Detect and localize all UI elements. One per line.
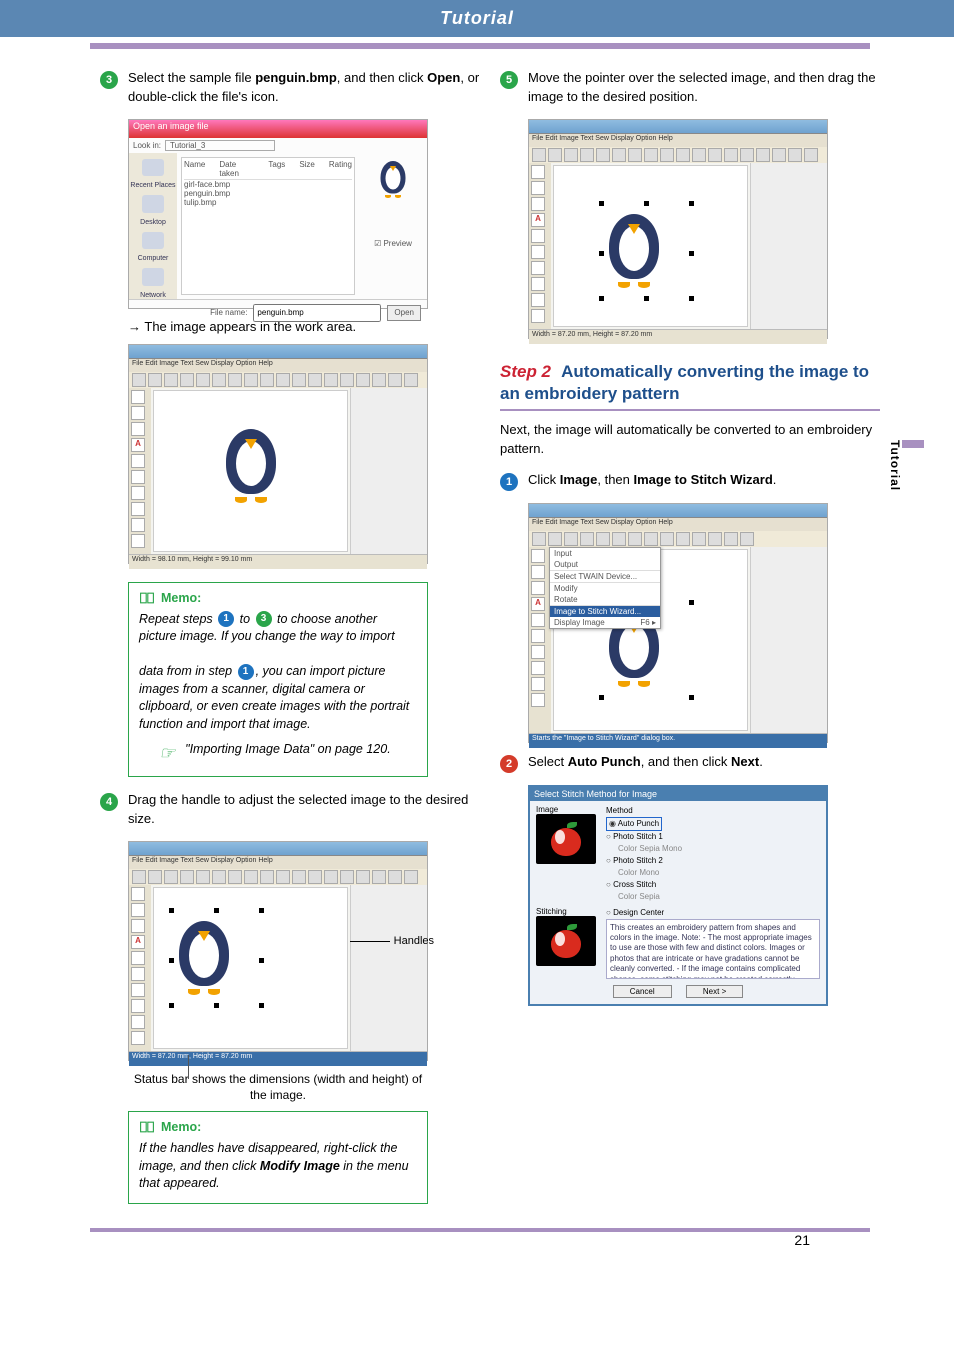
status-bar-hint: Starts the "Image to Stitch Wizard" dial… bbox=[529, 733, 827, 748]
step-5: 5 Move the pointer over the selected ima… bbox=[500, 69, 880, 107]
step-badge-5: 5 bbox=[500, 71, 518, 89]
status-bar: Width = 87.20 mm, Height = 87.20 mm bbox=[529, 329, 827, 344]
badge-1: 1 bbox=[218, 611, 234, 627]
menu-item-highlighted[interactable]: Image to Stitch Wizard... bbox=[550, 605, 660, 617]
wizard-next-button[interactable]: Next > bbox=[686, 985, 743, 998]
page-header: Tutorial bbox=[0, 0, 954, 37]
radio-auto-punch[interactable]: Auto Punch bbox=[606, 817, 662, 831]
step-badge-2r: 2 bbox=[500, 755, 518, 773]
menu-item[interactable]: Display ImageF6 ▸ bbox=[550, 617, 660, 628]
step-4: 4 Drag the handle to adjust the selected… bbox=[100, 791, 480, 829]
selection-handle[interactable] bbox=[169, 908, 174, 913]
menu-item[interactable]: Rotate bbox=[550, 594, 660, 605]
menu-item[interactable]: Modify bbox=[550, 582, 660, 594]
places-icon[interactable] bbox=[142, 159, 164, 177]
status-bar: Width = 98.10 mm, Height = 99.10 mm bbox=[129, 554, 427, 569]
app-menu: File Edit Image Text Sew Display Option … bbox=[129, 359, 427, 372]
step-1-right: 1 Click Image, then Image to Stitch Wiza… bbox=[500, 471, 880, 491]
radio-cross-stitch[interactable]: Cross Stitch bbox=[606, 879, 820, 891]
list-item[interactable]: penguin.bmp bbox=[184, 189, 352, 198]
status-bar-highlighted: Width = 87.20 mm, Height = 87.20 mm bbox=[129, 1051, 427, 1066]
menu-item[interactable]: Output bbox=[550, 559, 660, 570]
menu-item[interactable]: Input bbox=[550, 548, 660, 559]
selection-handle[interactable] bbox=[689, 251, 694, 256]
book-icon bbox=[139, 1120, 155, 1134]
caption-status-bar: Status bar shows the dimensions (width a… bbox=[128, 1071, 428, 1103]
handles-callout: Handles bbox=[350, 935, 434, 947]
selection-handle[interactable] bbox=[214, 908, 219, 913]
places-icon[interactable] bbox=[142, 195, 164, 213]
radio-photo-stitch-2[interactable]: Photo Stitch 2 bbox=[606, 855, 820, 867]
step-badge-1r: 1 bbox=[500, 473, 518, 491]
wizard-stitch-thumb bbox=[536, 916, 596, 966]
selection-handle[interactable] bbox=[599, 296, 604, 301]
step-3-text: Select the sample file penguin.bmp, and … bbox=[128, 69, 480, 107]
page-number: 21 bbox=[794, 1232, 810, 1248]
book-icon bbox=[139, 591, 155, 605]
cross-reference: "Importing Image Data" on page 120. bbox=[185, 741, 391, 759]
open-file-list[interactable]: Name Date taken Tags Size Rating girl-fa… bbox=[181, 157, 355, 295]
wizard-image-thumb bbox=[536, 814, 596, 864]
step-4-text: Drag the handle to adjust the selected i… bbox=[128, 791, 480, 829]
wizard-description: This creates an embroidery pattern from … bbox=[606, 919, 820, 979]
file-name-input[interactable] bbox=[253, 304, 381, 322]
places-icon[interactable] bbox=[142, 232, 164, 250]
open-button[interactable]: Open bbox=[387, 305, 421, 321]
selection-handle[interactable] bbox=[259, 958, 264, 963]
radio-photo-stitch-1[interactable]: Photo Stitch 1 bbox=[606, 831, 820, 843]
figure-wizard-dialog: Select Stitch Method for Image Image Met… bbox=[528, 785, 828, 1006]
memo-box-2: Memo: If the handles have disappeared, r… bbox=[128, 1111, 428, 1204]
selection-handle[interactable] bbox=[599, 251, 604, 256]
selection-handle[interactable] bbox=[644, 201, 649, 206]
figure-app-window-1: File Edit Image Text Sew Display Option … bbox=[128, 344, 428, 564]
list-item[interactable]: tulip.bmp bbox=[184, 198, 352, 207]
selection-handle[interactable] bbox=[259, 908, 264, 913]
pointing-hand-icon: ☞ bbox=[159, 741, 175, 766]
step-3: 3 Select the sample file penguin.bmp, an… bbox=[100, 69, 480, 107]
list-item[interactable]: girl-face.bmp bbox=[184, 180, 352, 189]
selection-handle[interactable] bbox=[259, 1003, 264, 1008]
badge-1b: 1 bbox=[238, 664, 254, 680]
figure-app-window-3: File Edit Image Text Sew Display Option … bbox=[528, 119, 828, 339]
image-menu-dropdown[interactable]: Input Output Select TWAIN Device... Modi… bbox=[549, 547, 661, 629]
badge-3: 3 bbox=[256, 611, 272, 627]
memo-box-1: Memo: Repeat steps 1 to 3 to choose anot… bbox=[128, 582, 428, 778]
step-2-heading: Step 2 Automatically converting the imag… bbox=[500, 361, 880, 411]
accent-bar bbox=[90, 43, 870, 49]
step-badge-3: 3 bbox=[100, 71, 118, 89]
wizard-title: Select Stitch Method for Image bbox=[530, 787, 826, 801]
step-5-text: Move the pointer over the selected image… bbox=[528, 69, 880, 107]
open-preview-pane: ☑ Preview bbox=[363, 157, 423, 295]
open-places-bar: Recent Places Desktop Computer Network bbox=[129, 153, 177, 299]
lookin-combo[interactable]: Tutorial_3 bbox=[165, 140, 275, 151]
selection-handle[interactable] bbox=[214, 1003, 219, 1008]
menu-item[interactable]: Select TWAIN Device... bbox=[550, 570, 660, 582]
open-dialog-title: Open an image file bbox=[129, 120, 427, 138]
figure-app-window-4: File Edit Image Text Sew Display Option … bbox=[528, 503, 828, 743]
step2-intro: Next, the image will automatically be co… bbox=[500, 421, 880, 459]
side-tab: Tutorial bbox=[902, 440, 924, 491]
figure-open-dialog: Open an image file Look in: Tutorial_3 R… bbox=[128, 119, 428, 309]
selection-handle[interactable] bbox=[599, 201, 604, 206]
selection-handle[interactable] bbox=[689, 296, 694, 301]
step-2-right: 2 Select Auto Punch, and then click Next… bbox=[500, 753, 880, 773]
radio-design-center[interactable]: Design Center bbox=[606, 907, 820, 919]
step-badge-4: 4 bbox=[100, 793, 118, 811]
places-icon[interactable] bbox=[142, 268, 164, 286]
selection-handle[interactable] bbox=[644, 296, 649, 301]
selection-handle[interactable] bbox=[169, 1003, 174, 1008]
figure-app-window-2: File Edit Image Text Sew Display Option … bbox=[128, 841, 428, 1061]
selection-handle[interactable] bbox=[689, 201, 694, 206]
selection-handle[interactable] bbox=[169, 958, 174, 963]
wizard-cancel-button[interactable]: Cancel bbox=[613, 985, 672, 998]
